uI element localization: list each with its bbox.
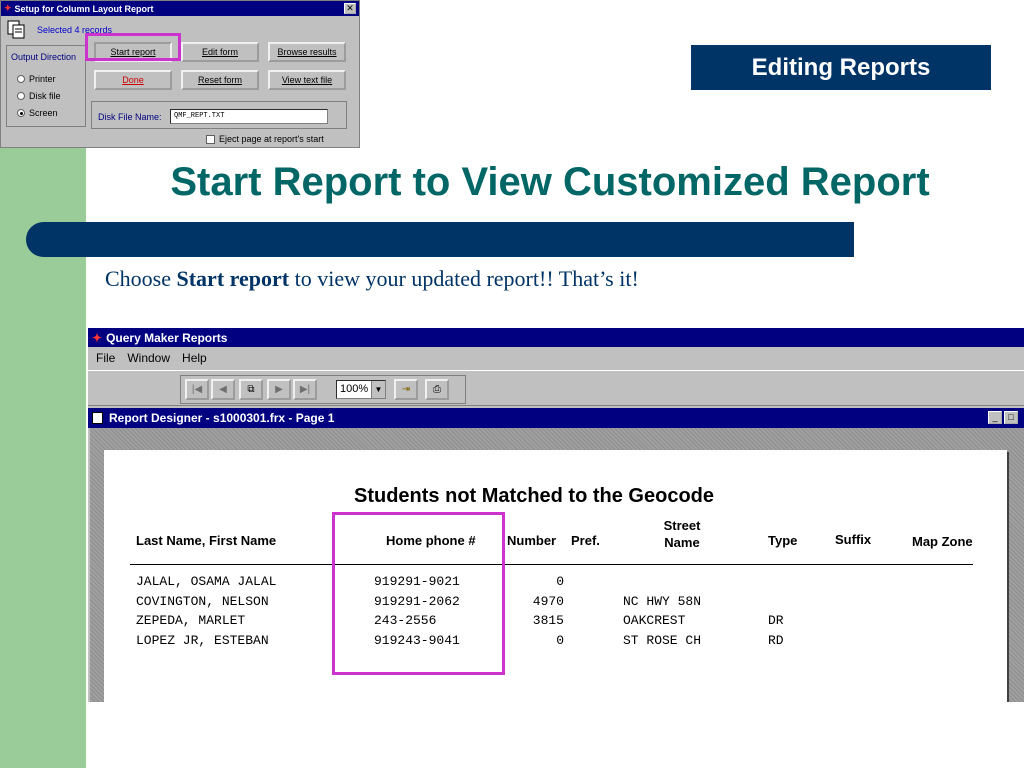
radio-icon <box>17 92 25 100</box>
view-text-file-button[interactable]: View text file <box>268 70 346 90</box>
preview-toolbar: |◀ ◀ ⧉ ▶ ▶| 100% ▼ ⇥ ⎙ <box>88 370 1024 406</box>
first-page-icon[interactable]: |◀ <box>185 379 209 400</box>
menu-bar: File Window Help <box>88 347 1024 368</box>
browse-results-button[interactable]: Browse results <box>268 42 346 62</box>
radio-printer[interactable]: Printer <box>17 74 56 84</box>
records-icon <box>7 20 25 39</box>
col-suffix: Suffix <box>835 532 872 547</box>
section-banner: Editing Reports <box>691 45 991 90</box>
done-button[interactable]: Done <box>94 70 172 90</box>
col-number: Number <box>507 533 557 548</box>
maximize-icon[interactable]: □ <box>1004 411 1018 424</box>
col-street-line1: Street <box>663 518 701 533</box>
col-type: Type <box>768 533 798 548</box>
home-phone-highlight <box>332 512 505 675</box>
previous-page-icon[interactable]: ◀ <box>211 379 235 400</box>
zoom-select[interactable]: 100% ▼ <box>336 380 386 399</box>
setup-dialog-titlebar[interactable]: ✦ Setup for Column Layout Report <box>1 1 359 16</box>
query-maker-titlebar[interactable]: ✦ Query Maker Reports <box>88 328 1024 347</box>
output-direction-label: Output Direction <box>11 52 77 62</box>
cell-type: RD <box>768 633 784 648</box>
col-map-zone: Map Zone <box>912 534 973 549</box>
radio-printer-label: Printer <box>29 74 56 84</box>
cell-street: NC HWY 58N <box>623 594 702 609</box>
instruction-bold: Start report <box>176 266 290 291</box>
menu-help[interactable]: Help <box>182 351 207 365</box>
report-icon <box>92 412 103 424</box>
cell-street: ST ROSE CH <box>623 633 702 648</box>
reset-form-button[interactable]: Reset form <box>181 70 259 90</box>
minimize-icon[interactable]: _ <box>988 411 1002 424</box>
radio-selected-icon <box>17 109 25 117</box>
eject-page-label: Eject page at report's start <box>219 134 324 144</box>
report-page: Students not Matched to the Geocode Last… <box>104 450 1007 702</box>
menu-file[interactable]: File <box>96 351 115 365</box>
cell-name: ZEPEDA, MARLET <box>136 613 246 628</box>
cell-number: 0 <box>556 633 564 648</box>
col-pref: Pref. <box>571 533 600 548</box>
cell-number: 4970 <box>532 594 564 609</box>
chevron-down-icon[interactable]: ▼ <box>371 381 385 398</box>
go-to-page-icon[interactable]: ⧉ <box>239 379 263 400</box>
radio-icon <box>17 75 25 83</box>
slide-title: Start Report to View Customized Report <box>170 160 930 204</box>
cell-name: JALAL, OSAMA JALAL <box>136 574 277 589</box>
radio-disk-file[interactable]: Disk file <box>17 91 61 101</box>
cell-street: OAKCREST <box>623 613 686 628</box>
col-street-line2: Name <box>664 535 700 550</box>
report-designer-title: Report Designer - s1000301.frx - Page 1 <box>109 411 335 425</box>
radio-disk-file-label: Disk file <box>29 91 61 101</box>
disk-file-group: Disk File Name: QMF_REPT.TXT <box>91 101 347 129</box>
last-page-icon[interactable]: ▶| <box>293 379 317 400</box>
query-maker-window: ✦ Query Maker Reports File Window Help |… <box>88 328 1024 702</box>
header-rule <box>130 564 973 565</box>
eject-page-checkbox[interactable]: Eject page at report's start <box>206 134 324 144</box>
report-title: Students not Matched to the Geocode <box>353 485 714 507</box>
edit-form-button[interactable]: Edit form <box>181 42 259 62</box>
instruction-pre: Choose <box>105 266 177 291</box>
radio-screen[interactable]: Screen <box>17 108 58 118</box>
title-underline-bar <box>26 222 854 257</box>
cell-type: DR <box>768 613 784 628</box>
setup-dialog-title: Setup for Column Layout Report <box>14 3 154 14</box>
disk-file-label: Disk File Name: <box>98 112 162 122</box>
menu-window[interactable]: Window <box>127 351 170 365</box>
radio-screen-label: Screen <box>29 108 58 118</box>
start-report-highlight <box>85 33 181 61</box>
setup-dialog: ✦ Setup for Column Layout Report ✕ Selec… <box>0 0 360 148</box>
checkbox-icon <box>206 134 215 144</box>
disk-file-input[interactable]: QMF_REPT.TXT <box>170 109 328 124</box>
cell-name: LOPEZ JR, ESTEBAN <box>136 633 269 648</box>
preview-area[interactable]: Students not Matched to the Geocode Last… <box>90 428 1024 702</box>
query-maker-title: Query Maker Reports <box>106 330 228 345</box>
col-name: Last Name, First Name <box>136 533 277 548</box>
col-street-name: Street Name <box>652 517 712 551</box>
printer-icon[interactable]: ⎙ <box>425 379 449 400</box>
instruction-text: Choose Start report to view your updated… <box>105 266 639 292</box>
next-page-icon[interactable]: ▶ <box>267 379 291 400</box>
close-icon[interactable]: ✕ <box>344 3 356 14</box>
cell-name: COVINGTON, NELSON <box>136 594 269 609</box>
toolbar-group: |◀ ◀ ⧉ ▶ ▶| 100% ▼ ⇥ ⎙ <box>180 375 466 404</box>
app-icon: ✦ <box>4 3 12 13</box>
output-direction-group: Output Direction Printer Disk file Scree… <box>6 45 86 127</box>
report-designer-titlebar[interactable]: Report Designer - s1000301.frx - Page 1 <box>88 408 1024 428</box>
instruction-post: to view your updated report!! That’s it! <box>289 266 639 291</box>
cell-number: 0 <box>556 574 564 589</box>
app-icon: ✦ <box>92 330 103 345</box>
close-preview-icon[interactable]: ⇥ <box>394 379 418 400</box>
cell-number: 3815 <box>532 613 564 628</box>
zoom-value: 100% <box>340 383 369 395</box>
